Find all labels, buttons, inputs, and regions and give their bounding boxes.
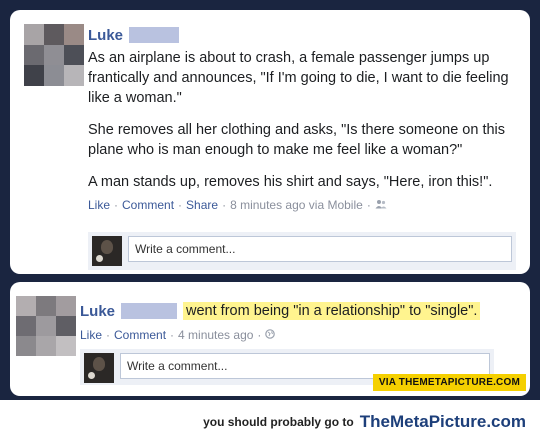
separator: ·	[366, 198, 371, 212]
avatar-pixel	[24, 24, 44, 45]
status-row: Luke went from being "in a relationship"…	[80, 300, 520, 322]
comment-input[interactable]: Write a comment...	[128, 236, 512, 262]
like-link[interactable]: Like	[88, 198, 110, 212]
avatar-pixel	[36, 316, 56, 336]
avatar-pixel	[24, 65, 44, 86]
post-actions: Like · Comment · Share · 8 minutes ago v…	[88, 198, 524, 212]
avatar-pixel	[56, 296, 76, 316]
avatar-pixel	[64, 24, 84, 45]
avatar-pixel	[44, 24, 64, 45]
avatar-pixel	[44, 44, 64, 66]
comment-link[interactable]: Comment	[114, 328, 166, 342]
timestamp[interactable]: 4 minutes ago	[178, 328, 253, 342]
redacted-surname	[121, 303, 178, 319]
share-link[interactable]: Share	[186, 198, 218, 212]
separator: ·	[170, 328, 175, 342]
separator: ·	[114, 198, 119, 212]
user-avatar-thumbnail	[84, 353, 114, 383]
avatar-pixel	[64, 44, 84, 66]
separator: ·	[178, 198, 183, 212]
author-name[interactable]: Luke	[88, 27, 123, 44]
avatar-pixel	[16, 316, 36, 336]
footer-prefix: you should probably go to	[203, 414, 354, 429]
post-paragraph: She removes all her clothing and asks, "…	[88, 122, 506, 158]
post-body: Luke As an airplane is about to crash, a…	[88, 24, 524, 213]
post-body: Luke went from being "in a relationship"…	[80, 300, 520, 342]
separator: ·	[257, 328, 262, 342]
globe-icon[interactable]	[265, 328, 276, 342]
separator: ·	[106, 328, 111, 342]
avatar[interactable]	[24, 24, 84, 86]
comment-link[interactable]: Comment	[122, 198, 174, 212]
footer-banner: you should probably go to TheMetaPicture…	[0, 400, 540, 443]
friends-audience-icon[interactable]	[375, 198, 387, 212]
user-avatar-thumbnail	[92, 236, 122, 266]
post-actions: Like · Comment · 4 minutes ago ·	[80, 328, 520, 342]
redacted-surname	[129, 27, 180, 43]
comment-box: Write a comment...	[88, 232, 516, 270]
watermark-badge: VIA THEMETAPICTURE.COM	[372, 374, 526, 391]
avatar-pixel	[56, 316, 76, 336]
post-card: Luke As an airplane is about to crash, a…	[10, 10, 530, 274]
post-text: As an airplane is about to crash, a fema…	[88, 48, 524, 192]
like-link[interactable]: Like	[80, 328, 102, 342]
avatar-pixel	[16, 296, 36, 316]
timestamp[interactable]: 8 minutes ago via Mobile	[230, 198, 363, 212]
avatar[interactable]	[16, 296, 76, 356]
author-row: Luke	[88, 24, 524, 46]
relationship-status-text: went from being "in a relationship" to "…	[183, 302, 481, 320]
post-paragraph: As an airplane is about to crash, a fema…	[88, 50, 509, 106]
author-name[interactable]: Luke	[80, 303, 115, 320]
separator: ·	[222, 198, 227, 212]
avatar-pixel	[44, 65, 64, 86]
feed-background: Luke As an airplane is about to crash, a…	[0, 0, 540, 400]
post-paragraph: A man stands up, removes his shirt and s…	[88, 174, 493, 190]
avatar-pixel	[36, 296, 56, 316]
avatar-pixel	[64, 65, 84, 86]
avatar-pixel	[16, 336, 36, 356]
footer-brand[interactable]: TheMetaPicture.com	[360, 412, 526, 432]
avatar-pixel	[56, 336, 76, 356]
avatar-pixel	[36, 336, 56, 356]
avatar-pixel	[24, 44, 44, 66]
